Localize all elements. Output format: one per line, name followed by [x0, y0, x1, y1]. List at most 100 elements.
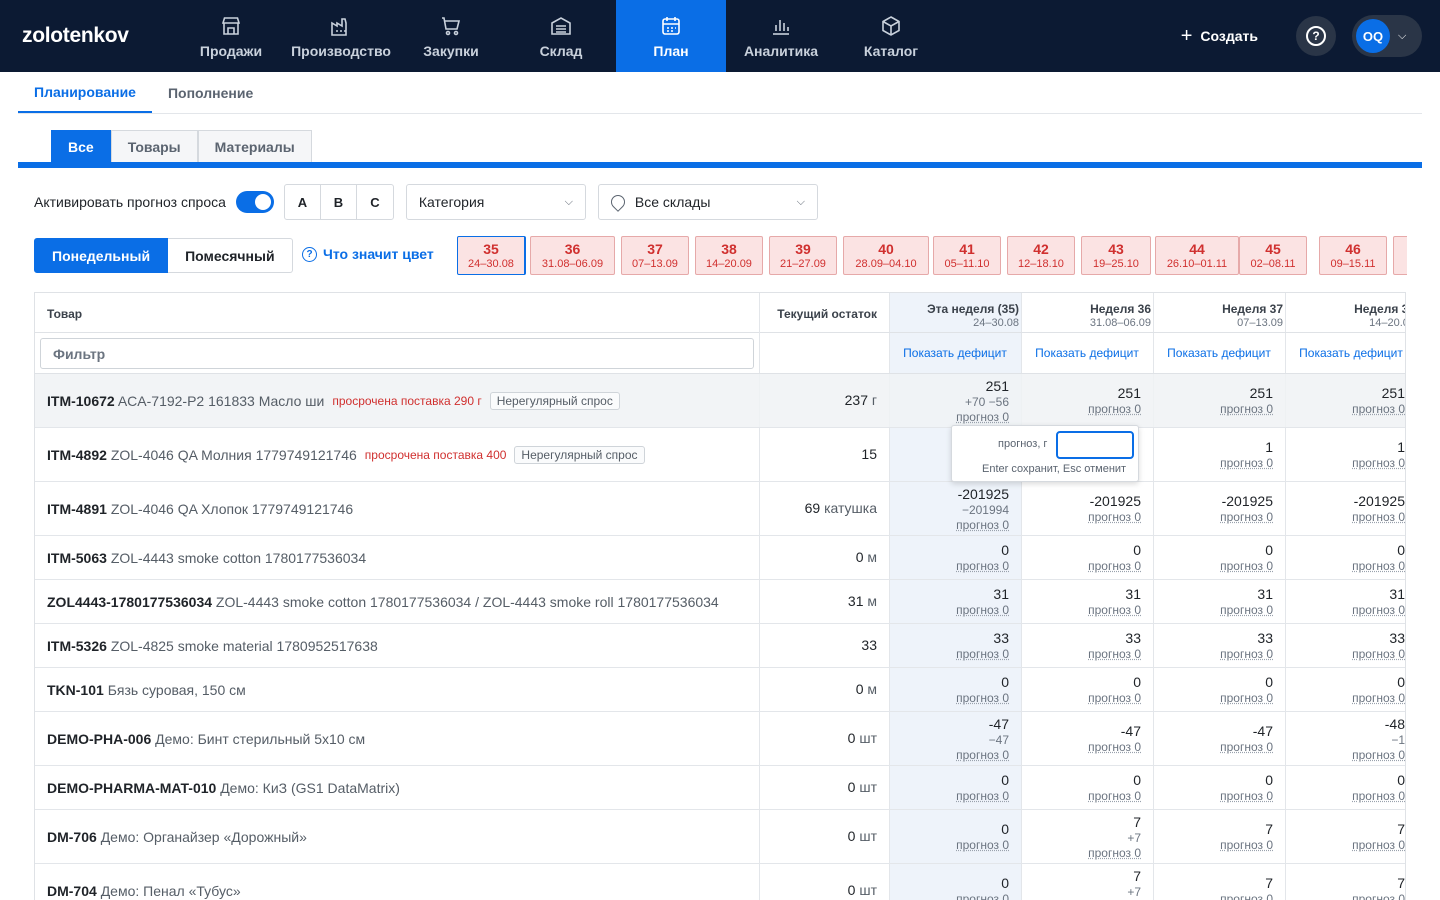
week-cell[interactable]: 251 +70 −56 прогноз 0 — [889, 378, 1022, 425]
week-cell[interactable]: 0 прогноз 0 — [1285, 542, 1405, 574]
week-cell[interactable]: 0 прогноз 0 — [1285, 772, 1405, 804]
forecast-value[interactable]: прогноз 0 — [1153, 838, 1273, 853]
nav-item-1[interactable]: Производство — [286, 0, 396, 72]
subtab-replenishment[interactable]: Пополнение — [152, 72, 269, 113]
forecast-value[interactable]: прогноз 0 — [1285, 510, 1405, 525]
forecast-value[interactable]: прогноз 0 — [1021, 603, 1141, 618]
forecast-value[interactable]: прогноз 0 — [1021, 789, 1141, 804]
forecast-value[interactable]: прогноз 0 — [889, 691, 1009, 706]
forecast-value[interactable]: прогноз 0 — [1153, 691, 1273, 706]
week-chip-39[interactable]: 39 21–27.09 — [769, 236, 837, 275]
week-chip-42[interactable]: 42 12–18.10 — [1007, 236, 1075, 275]
week-chip-46[interactable]: 46 09–15.11 — [1319, 236, 1387, 275]
week-cell[interactable]: 0 прогноз 0 — [1021, 542, 1154, 574]
weekly-button[interactable]: Понедельный — [34, 238, 169, 273]
week-cell[interactable]: -47 −47 прогноз 0 — [889, 716, 1022, 763]
warehouse-select[interactable]: Все склады ⌵ — [597, 184, 818, 220]
week-cell[interactable]: 0 прогноз 0 — [889, 542, 1022, 574]
week-cell[interactable]: 33 прогноз 0 — [1021, 630, 1154, 662]
week-cell[interactable]: 251 прогноз 0 — [1285, 385, 1405, 417]
tab-materials[interactable]: Материалы — [197, 130, 312, 162]
week-cell[interactable]: -201925 прогноз 0 — [1285, 493, 1405, 525]
abc-a-button[interactable]: A — [285, 185, 321, 219]
week-cell[interactable]: 0 прогноз 0 — [889, 772, 1022, 804]
week-chip-36[interactable]: 36 31.08–06.09 — [530, 236, 615, 275]
nav-item-0[interactable]: Продажи — [176, 0, 286, 72]
tab-products[interactable]: Товары — [110, 130, 198, 162]
week-cell[interactable]: 0 прогноз 0 — [1021, 674, 1154, 706]
week-cell[interactable]: 33 прогноз 0 — [889, 630, 1022, 662]
forecast-value[interactable]: прогноз 0 — [1021, 559, 1141, 574]
week-cell[interactable]: 7 прогноз 0 — [1285, 821, 1405, 853]
forecast-value[interactable]: прогноз 0 — [889, 892, 1009, 900]
nav-item-2[interactable]: Закупки — [396, 0, 506, 72]
forecast-value[interactable]: прогноз 0 — [1153, 789, 1273, 804]
show-deficit-link[interactable]: Показать дефицит — [1021, 333, 1153, 374]
nav-item-5[interactable]: Аналитика — [726, 0, 836, 72]
forecast-value[interactable]: прогноз 0 — [889, 789, 1009, 804]
forecast-value[interactable]: прогноз 0 — [889, 838, 1009, 853]
week-cell[interactable]: 31 прогноз 0 — [1153, 586, 1286, 618]
forecast-value[interactable]: прогноз 0 — [889, 748, 1009, 763]
forecast-value[interactable]: прогноз 0 — [1285, 647, 1405, 662]
nav-item-6[interactable]: Каталог — [836, 0, 946, 72]
abc-c-button[interactable]: C — [357, 185, 393, 219]
forecast-value[interactable]: прогноз 0 — [1153, 740, 1273, 755]
forecast-value[interactable]: прогноз 0 — [1285, 456, 1405, 471]
forecast-value[interactable]: прогноз 0 — [1285, 559, 1405, 574]
show-deficit-link[interactable]: Показать дефицит — [889, 333, 1021, 374]
week-cell[interactable]: 0 прогноз 0 — [1153, 674, 1286, 706]
week-cell[interactable]: 0 прогноз 0 — [1153, 542, 1286, 574]
week-chip-38[interactable]: 38 14–20.09 — [695, 236, 763, 275]
help-button[interactable]: ? — [1296, 16, 1336, 56]
week-cell[interactable]: -48 −1 прогноз 0 — [1285, 716, 1405, 763]
forecast-value[interactable]: прогноз 0 — [1021, 510, 1141, 525]
show-deficit-link[interactable]: Показать дефицит — [1153, 333, 1285, 374]
week-chip-37[interactable]: 37 07–13.09 — [621, 236, 689, 275]
brand-logo[interactable]: zolotenkov — [0, 0, 176, 72]
week-cell[interactable]: 0 прогноз 0 — [1153, 772, 1286, 804]
week-chip-43[interactable]: 43 19–25.10 — [1081, 236, 1151, 275]
week-chip-1[interactable]: 1 — [1393, 236, 1407, 275]
week-cell[interactable]: 31 прогноз 0 — [889, 586, 1022, 618]
color-help-link[interactable]: ? Что значит цвет — [302, 246, 434, 262]
week-cell[interactable]: -201925 прогноз 0 — [1021, 493, 1154, 525]
nav-item-4[interactable]: План — [616, 0, 726, 72]
week-cell[interactable]: -201925 прогноз 0 — [1153, 493, 1286, 525]
week-cell[interactable]: -201925 −201994 прогноз 0 — [889, 486, 1022, 533]
week-cell[interactable]: 7 прогноз 0 — [1285, 875, 1405, 900]
forecast-value[interactable]: прогноз 0 — [889, 647, 1009, 662]
week-cell[interactable]: 7 прогноз 0 — [1153, 875, 1286, 900]
tab-all[interactable]: Все — [51, 130, 111, 162]
forecast-value[interactable]: прогноз 0 — [1021, 846, 1141, 861]
week-chip-40[interactable]: 40 28.09–04.10 — [843, 236, 929, 275]
week-cell[interactable]: 0 прогноз 0 — [1021, 772, 1154, 804]
forecast-value[interactable]: прогноз 0 — [1153, 456, 1273, 471]
forecast-value[interactable]: прогноз 0 — [1153, 510, 1273, 525]
week-cell[interactable]: 7+7прогноз 0 — [1021, 868, 1154, 900]
monthly-button[interactable]: Помесячный — [168, 238, 293, 273]
forecast-value[interactable]: прогноз 0 — [1285, 603, 1405, 618]
week-cell[interactable]: 7+7прогноз 0 — [1021, 814, 1154, 861]
week-cell[interactable]: -47 прогноз 0 — [1021, 723, 1154, 755]
forecast-value[interactable]: прогноз 0 — [1021, 691, 1141, 706]
abc-b-button[interactable]: B — [321, 185, 357, 219]
week-cell[interactable]: 7 прогноз 0 — [1153, 821, 1286, 853]
forecast-value[interactable]: прогноз 0 — [1153, 559, 1273, 574]
week-cell[interactable]: 0 прогноз 0 — [889, 674, 1022, 706]
forecast-value[interactable]: прогноз 0 — [1153, 647, 1273, 662]
week-chip-41[interactable]: 41 05–11.10 — [933, 236, 1001, 275]
category-select[interactable]: Категория ⌵ — [405, 184, 586, 220]
forecast-input[interactable] — [1056, 431, 1134, 459]
forecast-value[interactable]: прогноз 0 — [1021, 740, 1141, 755]
forecast-value[interactable]: прогноз 0 — [889, 559, 1009, 574]
week-cell[interactable]: 33 прогноз 0 — [1153, 630, 1286, 662]
forecast-value[interactable]: прогноз 0 — [1285, 748, 1405, 763]
week-cell[interactable]: 0 прогноз 0 — [889, 875, 1022, 900]
week-cell[interactable]: 0 прогноз 0 — [889, 821, 1022, 853]
show-deficit-link[interactable]: Показать дефицит — [1285, 333, 1405, 374]
forecast-value[interactable]: прогноз 0 — [1285, 691, 1405, 706]
week-cell[interactable]: 251 прогноз 0 — [1153, 385, 1286, 417]
week-cell[interactable]: -47 прогноз 0 — [1153, 723, 1286, 755]
forecast-value[interactable]: прогноз 0 — [889, 410, 1009, 425]
